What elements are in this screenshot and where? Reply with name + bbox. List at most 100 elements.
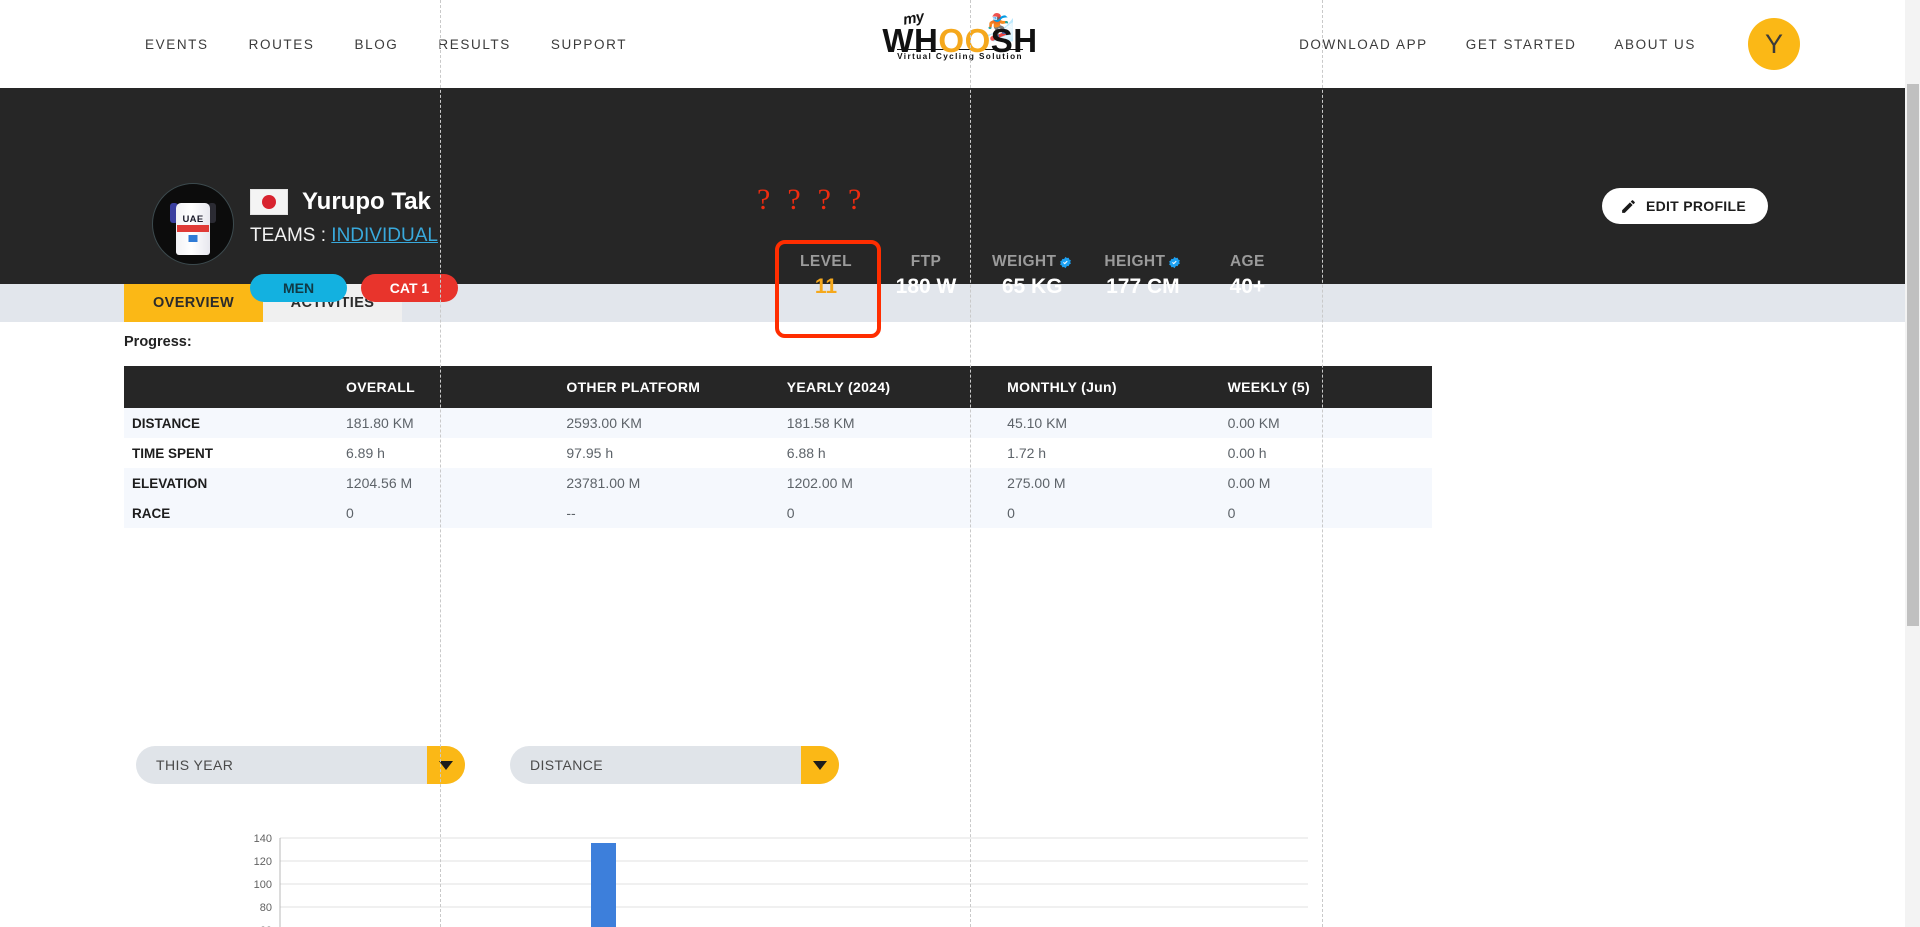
svg-text:80: 80: [260, 902, 272, 914]
edit-profile-button[interactable]: EDIT PROFILE: [1601, 188, 1768, 224]
top-navigation: EVENTS ROUTES BLOG RESULTS SUPPORT my 🏂 …: [0, 0, 1920, 88]
nav-link-events[interactable]: EVENTS: [145, 37, 209, 52]
svg-text:120: 120: [254, 856, 272, 868]
stat-age: AGE 40+: [1197, 253, 1297, 299]
cycling-jersey-icon: UAE: [170, 197, 216, 255]
table-row: RACE 0 -- 0 0 0: [124, 498, 1432, 528]
th-weekly: WEEKLY (5): [1211, 366, 1432, 408]
page-title: Yurupo Tak: [302, 188, 431, 215]
teams-row: TEAMS : INDIVIDUAL: [250, 225, 438, 247]
chart-filters: THIS YEAR DISTANCE: [136, 746, 839, 784]
period-select[interactable]: THIS YEAR: [136, 746, 465, 784]
stat-ftp-value: 180 W: [895, 275, 957, 298]
cell-elev-yearly: 1202.00 M: [770, 468, 992, 498]
cell-elev-monthly: 275.00 M: [991, 468, 1212, 498]
badge-category: CAT 1: [361, 274, 458, 302]
metric-select[interactable]: DISTANCE: [510, 746, 839, 784]
nav-link-download-app[interactable]: DOWNLOAD APP: [1299, 37, 1428, 52]
cell-time-weekly: 0.00 h: [1211, 438, 1432, 468]
user-avatar[interactable]: Y: [1748, 18, 1800, 70]
profile-avatar[interactable]: UAE: [152, 183, 234, 265]
question-mark-annotation: ? ? ? ?: [757, 183, 861, 217]
cell-distance-overall: 181.80 KM: [330, 408, 551, 438]
badge-gender: MEN: [250, 274, 347, 302]
question-mark-4: ?: [847, 183, 862, 216]
table-row: DISTANCE 181.80 KM 2593.00 KM 181.58 KM …: [124, 408, 1432, 438]
cell-race-other: --: [550, 498, 771, 528]
logo-o1: O: [938, 22, 965, 59]
monthly-distance-bar-chart: 140 120 100 80 60 40 20 0 May Jun: [180, 834, 1420, 927]
progress-table-body: DISTANCE 181.80 KM 2593.00 KM 181.58 KM …: [124, 408, 1432, 528]
cell-elev-weekly: 0.00 M: [1211, 468, 1432, 498]
profile-badges: MEN CAT 1: [250, 274, 458, 302]
row-label-race: RACE: [124, 498, 330, 528]
question-mark-1: ?: [757, 183, 771, 216]
progress-table: OVERALL OTHER PLATFORM YEARLY (2024) MON…: [124, 366, 1432, 528]
cell-race-overall: 0: [330, 498, 551, 528]
row-label-time-spent: TIME SPENT: [124, 438, 330, 468]
jersey-team-text: UAE: [182, 213, 204, 225]
table-row: TIME SPENT 6.89 h 97.95 h 6.88 h 1.72 h …: [124, 438, 1432, 468]
stat-ftp: FTP 180 W: [876, 253, 976, 299]
stat-height-label: HEIGHT: [1104, 253, 1166, 270]
stat-level-value: 11: [814, 275, 838, 298]
logo-wordmark: WHOOSH: [845, 24, 1075, 57]
logo-o2: O: [964, 22, 991, 59]
nav-link-blog[interactable]: BLOG: [354, 37, 398, 52]
verified-badge-icon: [1169, 256, 1181, 268]
cell-time-monthly: 1.72 h: [991, 438, 1212, 468]
stat-level: LEVEL 11: [776, 253, 876, 299]
jersey-blue-mark: [188, 234, 198, 242]
chart-gridlines: [279, 837, 1308, 927]
profile-stats: LEVEL 11 FTP 180 W WEIGHT 65 KG HEIGHT 1…: [776, 253, 1297, 299]
stat-level-label: LEVEL: [800, 253, 852, 270]
nav-link-routes[interactable]: ROUTES: [249, 37, 315, 52]
row-label-elevation: ELEVATION: [124, 468, 330, 498]
stat-height-value: 177 CM: [1106, 275, 1180, 298]
logo-pre: WH: [882, 22, 939, 59]
nav-link-results[interactable]: RESULTS: [438, 37, 510, 52]
scrollbar-thumb[interactable]: [1907, 84, 1919, 626]
chevron-down-icon[interactable]: [801, 746, 839, 784]
stat-ftp-label: FTP: [910, 253, 942, 270]
question-mark-3: ?: [817, 183, 831, 216]
cell-race-monthly: 0: [991, 498, 1212, 528]
th-overall: OVERALL: [330, 366, 551, 408]
edit-profile-label: EDIT PROFILE: [1645, 198, 1746, 214]
team-link[interactable]: INDIVIDUAL: [331, 225, 438, 246]
stat-weight-value: 65 KG: [1001, 275, 1063, 298]
stat-age-label: AGE: [1229, 253, 1265, 270]
cell-elev-overall: 1204.56 M: [330, 468, 551, 498]
period-select-value: THIS YEAR: [156, 757, 234, 773]
cell-time-other: 97.95 h: [550, 438, 771, 468]
primary-nav: EVENTS ROUTES BLOG RESULTS SUPPORT: [145, 37, 627, 52]
cell-race-weekly: 0: [1211, 498, 1432, 528]
nav-link-about-us[interactable]: ABOUT US: [1614, 37, 1696, 52]
cell-elev-other: 23781.00 M: [550, 468, 771, 498]
progress-label: Progress:: [124, 334, 192, 350]
japan-flag-icon: [250, 189, 288, 215]
cell-time-yearly: 6.88 h: [770, 438, 992, 468]
th-monthly: MONTHLY (Jun): [991, 366, 1212, 408]
stat-weight-label: WEIGHT: [992, 253, 1057, 270]
svg-text:140: 140: [254, 834, 272, 845]
chevron-down-icon[interactable]: [427, 746, 465, 784]
profile-name-row: Yurupo Tak: [250, 188, 431, 216]
page-scrollbar[interactable]: [1905, 0, 1920, 927]
logo-post: SH: [990, 22, 1038, 59]
nav-link-get-started[interactable]: GET STARTED: [1466, 37, 1577, 52]
verified-badge-icon: [1060, 256, 1072, 268]
bar-may: [591, 843, 616, 927]
nav-link-support[interactable]: SUPPORT: [551, 37, 627, 52]
secondary-nav: DOWNLOAD APP GET STARTED ABOUT US Y: [1299, 18, 1800, 70]
teams-label: TEAMS :: [250, 225, 332, 246]
tab-overview[interactable]: OVERVIEW: [124, 284, 263, 322]
profile-header-band: UAE Yurupo Tak TEAMS : INDIVIDUAL MEN CA…: [0, 88, 1920, 338]
progress-table-head: OVERALL OTHER PLATFORM YEARLY (2024) MON…: [124, 366, 1432, 408]
th-blank: [124, 366, 330, 408]
cell-time-overall: 6.89 h: [330, 438, 551, 468]
site-logo[interactable]: my 🏂 WHOOSH Virtual Cycling Solution: [845, 8, 1075, 64]
profile-page: EVENTS ROUTES BLOG RESULTS SUPPORT my 🏂 …: [0, 0, 1920, 927]
svg-text:100: 100: [254, 879, 272, 891]
metric-select-value: DISTANCE: [530, 757, 603, 773]
